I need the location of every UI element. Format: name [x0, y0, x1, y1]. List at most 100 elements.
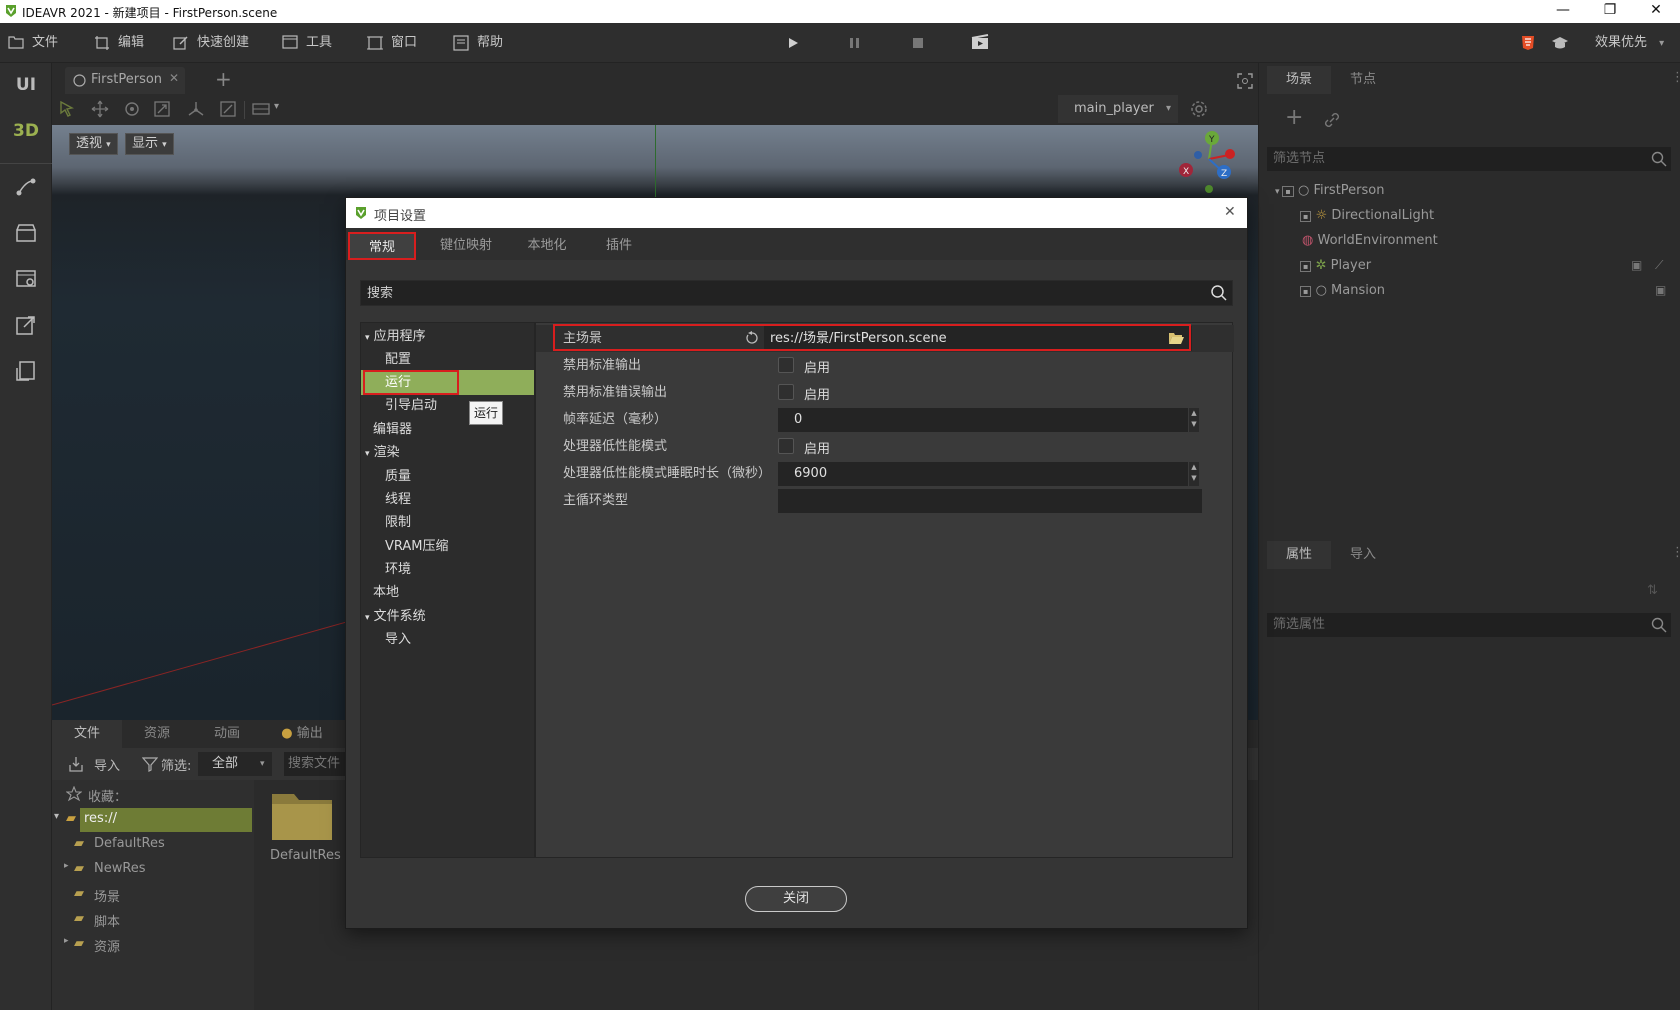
store-icon[interactable]: [14, 221, 38, 245]
snap-dropdown-icon[interactable]: ▾: [274, 101, 279, 112]
tree-item-resources[interactable]: 资源: [94, 936, 120, 955]
play-scene-icon[interactable]: [969, 33, 991, 53]
category-environment[interactable]: 环境: [385, 557, 411, 582]
settings-search-input[interactable]: 搜索: [360, 280, 1233, 306]
property-filter-input[interactable]: 筛选属性: [1267, 613, 1671, 637]
menu-quick-create[interactable]: 快速创建: [173, 23, 249, 63]
tree-item-newres[interactable]: NewRes: [94, 861, 146, 876]
quality-mode-select[interactable]: 效果优先 ▾: [1595, 23, 1664, 63]
main-loop-input[interactable]: [778, 489, 1202, 513]
dock-menu-icon[interactable]: ⋮: [1671, 70, 1680, 85]
category-config[interactable]: 配置: [385, 347, 411, 372]
category-vram[interactable]: VRAM压缩: [385, 534, 449, 559]
menu-file[interactable]: 文件: [8, 23, 58, 63]
low-cpu-checkbox[interactable]: [778, 438, 794, 454]
view-gizmo-icon[interactable]: Y Z X: [1174, 127, 1244, 195]
frame-delay-spinner[interactable]: ▲ ▼: [1189, 408, 1199, 432]
low-cpu-sleep-spinner[interactable]: ▲ ▼: [1189, 462, 1199, 486]
scale-tool-icon[interactable]: [153, 100, 171, 118]
category-run[interactable]: 运行: [385, 370, 411, 395]
fullscreen-icon[interactable]: [1237, 73, 1253, 89]
expand-icon[interactable]: ▸: [64, 861, 69, 871]
camera-select[interactable]: main_player ▾: [1058, 95, 1178, 123]
tree-item-scene[interactable]: 场景: [94, 886, 120, 905]
low-cpu-sleep-input[interactable]: 6900: [778, 462, 1188, 486]
node-player[interactable]: ▪ ✲ Player: [1300, 253, 1371, 278]
expand-icon[interactable]: ▾: [365, 333, 370, 343]
import-button[interactable]: 导入: [94, 755, 120, 774]
node-mansion[interactable]: ▪ ○ Mansion: [1300, 278, 1385, 303]
tree-item-script[interactable]: 脚本: [94, 911, 120, 930]
transform-tool-icon[interactable]: [187, 100, 205, 118]
expand-icon[interactable]: ▾: [365, 613, 370, 623]
select-tool-icon[interactable]: [58, 100, 76, 118]
tab-scene[interactable]: 场景: [1267, 66, 1331, 94]
display-button[interactable]: 显示 ▾: [125, 133, 174, 155]
category-boot[interactable]: 引导启动: [385, 393, 437, 418]
file-search-input[interactable]: 搜索文件: [284, 752, 346, 776]
tab-assets[interactable]: 资源: [122, 720, 192, 748]
category-app[interactable]: ▾ 应用程序: [365, 324, 426, 349]
node-directionallight[interactable]: ▪ ☼ DirectionalLight: [1300, 203, 1434, 228]
category-render[interactable]: ▾ 渲染: [365, 440, 400, 465]
maximize-button[interactable]: ❐: [1590, 0, 1630, 23]
category-quality[interactable]: 质量: [385, 464, 411, 489]
graduation-cap-icon[interactable]: [1551, 35, 1569, 51]
perspective-button[interactable]: 透视 ▾: [69, 133, 118, 155]
tab-import[interactable]: 导入: [1331, 541, 1395, 569]
window-close-button[interactable]: ✕: [1636, 0, 1676, 23]
tab-keymap[interactable]: 键位映射: [424, 232, 508, 260]
menu-help[interactable]: 帮助: [453, 23, 503, 63]
node-firstperson[interactable]: ▾ ▪ ○ FirstPerson: [1275, 178, 1384, 203]
tab-close-icon[interactable]: ✕: [169, 71, 179, 85]
visibility-toggle-icon[interactable]: ▪: [1300, 261, 1312, 272]
ui-mode-button[interactable]: UI: [0, 75, 52, 95]
minimize-button[interactable]: —: [1543, 0, 1583, 23]
close-button[interactable]: 关闭: [745, 886, 847, 912]
node-worldenvironment[interactable]: ◍ WorldEnvironment: [1302, 228, 1438, 253]
move-tool-icon[interactable]: [91, 100, 109, 118]
category-local[interactable]: 本地: [373, 580, 399, 605]
tab-output[interactable]: ● 输出: [262, 720, 342, 748]
settings-panel-icon[interactable]: [14, 267, 38, 291]
frame-delay-input[interactable]: 0: [778, 408, 1188, 432]
filter-select[interactable]: 全部 ▾: [198, 752, 272, 776]
add-tab-button[interactable]: +: [215, 67, 232, 91]
node-graph-icon[interactable]: [14, 175, 38, 199]
category-import[interactable]: 导入: [385, 627, 411, 652]
category-editor[interactable]: 编辑器: [373, 417, 412, 442]
export-icon[interactable]: [14, 313, 38, 337]
snap-icon[interactable]: [252, 101, 270, 117]
visibility-toggle-icon[interactable]: ▪: [1300, 286, 1312, 297]
tab-general[interactable]: 常规: [348, 232, 416, 260]
expand-icon[interactable]: ▸: [64, 936, 69, 946]
sliders-icon[interactable]: ⇅: [1647, 583, 1658, 598]
script-icon[interactable]: ⟋: [1655, 258, 1663, 273]
tab-files[interactable]: 文件: [52, 720, 122, 748]
category-limits[interactable]: 限制: [385, 510, 411, 535]
node-filter-input[interactable]: 筛选节点: [1267, 147, 1671, 171]
scene-instance-icon[interactable]: ▣: [1655, 283, 1666, 297]
stop-icon[interactable]: [907, 33, 929, 53]
tree-item-defaultres[interactable]: DefaultRes: [94, 836, 165, 851]
expand-icon[interactable]: ▾: [365, 449, 370, 459]
tab-plugins[interactable]: 插件: [588, 232, 650, 260]
big-folder-icon[interactable]: [270, 786, 334, 842]
local-space-icon[interactable]: [219, 100, 237, 118]
rotate-tool-icon[interactable]: [123, 100, 141, 118]
category-filesystem[interactable]: ▾ 文件系统: [365, 604, 426, 629]
grid-folder-label[interactable]: DefaultRes: [270, 848, 341, 863]
visibility-toggle-icon[interactable]: ▪: [1282, 186, 1294, 197]
disable-stdout-checkbox[interactable]: [778, 357, 794, 373]
3d-mode-button[interactable]: 3D: [0, 121, 52, 141]
category-threads[interactable]: 线程: [385, 487, 411, 512]
menu-tools[interactable]: 工具: [282, 23, 332, 63]
expand-icon[interactable]: ▾: [54, 811, 59, 822]
tab-node[interactable]: 节点: [1331, 66, 1395, 94]
disable-stderr-checkbox[interactable]: [778, 384, 794, 400]
add-node-icon[interactable]: +: [1285, 105, 1303, 130]
tab-localization[interactable]: 本地化: [512, 232, 582, 260]
gear-icon[interactable]: [1190, 100, 1208, 118]
menu-window[interactable]: 窗口: [367, 23, 417, 63]
dock-menu-icon[interactable]: ⋮: [1671, 545, 1680, 560]
